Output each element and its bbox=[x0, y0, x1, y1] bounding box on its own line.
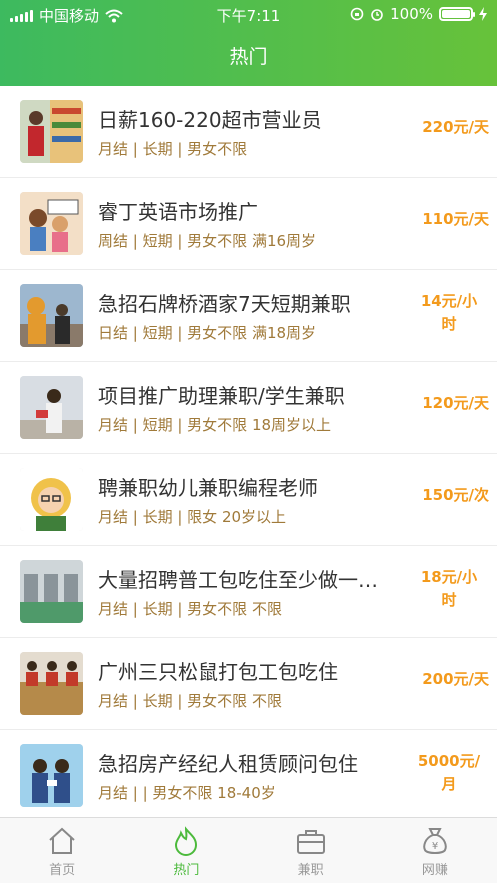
status-bar: 中国移动 下午7:11 100% bbox=[0, 0, 497, 28]
tab-bar: 首页 热门 兼职 ¥ 网赚 bbox=[0, 817, 497, 883]
job-title: 急招房产经纪人租赁顾问包住 bbox=[98, 752, 358, 776]
job-title: 聘兼职幼儿兼职编程老师 bbox=[98, 476, 318, 500]
job-pay: 220元/天 bbox=[422, 118, 489, 136]
tab-label: 热门 bbox=[173, 863, 200, 878]
job-pay: 150元/次 bbox=[422, 486, 489, 504]
job-thumbnail bbox=[20, 652, 83, 715]
tab-label: 网赚 bbox=[421, 863, 448, 878]
job-thumbnail bbox=[20, 284, 83, 347]
job-pay: 5000元/ 月 bbox=[409, 750, 489, 796]
job-meta: 月结 | | 男女不限 18-40岁 bbox=[98, 784, 276, 802]
job-thumbnail bbox=[20, 376, 83, 439]
job-list-item[interactable]: 聘兼职幼儿兼职编程老师 月结 | 长期 | 限女 20岁以上 150元/次 bbox=[0, 454, 497, 546]
job-list-item[interactable]: 广州三只松鼠打包工包吃住 月结 | 长期 | 男女不限 不限 200元/天 bbox=[0, 638, 497, 730]
job-meta: 日结 | 短期 | 男女不限 满18周岁 bbox=[98, 324, 317, 342]
tab-parttime[interactable]: 兼职 bbox=[249, 818, 373, 883]
tab-hot[interactable]: 热门 bbox=[124, 818, 248, 883]
job-thumbnail bbox=[20, 560, 83, 623]
job-pay-line: 14元/小 bbox=[420, 292, 478, 310]
money-bag-icon: ¥ bbox=[423, 828, 447, 854]
tab-label: 兼职 bbox=[297, 863, 324, 878]
job-thumbnail bbox=[20, 468, 83, 531]
charging-icon bbox=[479, 7, 487, 21]
job-meta: 月结 | 长期 | 男女不限 bbox=[98, 140, 248, 158]
job-pay: 120元/天 bbox=[422, 394, 489, 412]
job-pay-line: 月 bbox=[441, 775, 457, 793]
job-pay-line: 时 bbox=[441, 315, 457, 333]
page-title: 热门 bbox=[229, 46, 268, 68]
job-list-item[interactable]: 大量招聘普工包吃住至少做一… 月结 | 长期 | 男女不限 不限 18元/小 时 bbox=[0, 546, 497, 638]
job-title: 广州三只松鼠打包工包吃住 bbox=[98, 660, 338, 684]
job-pay-line: 18元/小 bbox=[420, 568, 478, 586]
alarm-icon bbox=[371, 9, 383, 21]
job-list-item[interactable]: 急招房产经纪人租赁顾问包住 月结 | | 男女不限 18-40岁 5000元/ … bbox=[0, 730, 497, 817]
battery-percent: 100% bbox=[390, 5, 433, 23]
job-title: 日薪160-220超市营业员 bbox=[98, 108, 322, 132]
flame-icon bbox=[175, 826, 198, 856]
tab-online-earn[interactable]: ¥ 网赚 bbox=[373, 818, 497, 883]
home-icon bbox=[49, 827, 75, 854]
rotation-lock-icon bbox=[350, 7, 364, 21]
job-title: 大量招聘普工包吃住至少做一… bbox=[98, 568, 378, 592]
job-pay-line: 时 bbox=[441, 591, 457, 609]
job-pay: 14元/小 时 bbox=[409, 290, 489, 336]
job-meta: 月结 | 短期 | 男女不限 18周岁以上 bbox=[98, 416, 332, 434]
app-header: 中国移动 下午7:11 100% 热门 bbox=[0, 0, 497, 86]
job-pay: 200元/天 bbox=[422, 670, 489, 688]
job-meta: 月结 | 长期 | 男女不限 不限 bbox=[98, 692, 282, 710]
job-list-item[interactable]: 日薪160-220超市营业员 月结 | 长期 | 男女不限 220元/天 bbox=[0, 86, 497, 178]
job-meta: 周结 | 短期 | 男女不限 满16周岁 bbox=[98, 232, 317, 250]
briefcase-icon bbox=[296, 830, 325, 854]
job-list[interactable]: 日薪160-220超市营业员 月结 | 长期 | 男女不限 220元/天 睿丁英… bbox=[0, 86, 497, 817]
tab-home[interactable]: 首页 bbox=[0, 818, 124, 883]
battery-icon bbox=[439, 7, 475, 21]
job-pay: 18元/小 时 bbox=[409, 566, 489, 612]
job-list-item[interactable]: 急招石牌桥酒家7天短期兼职 日结 | 短期 | 男女不限 满18周岁 14元/小… bbox=[0, 270, 497, 362]
svg-text:¥: ¥ bbox=[432, 841, 438, 852]
job-thumbnail bbox=[20, 744, 83, 807]
job-thumbnail bbox=[20, 192, 83, 255]
job-pay-line: 5000元/ bbox=[417, 752, 481, 770]
job-list-item[interactable]: 睿丁英语市场推广 周结 | 短期 | 男女不限 满16周岁 110元/天 bbox=[0, 178, 497, 270]
job-title: 项目推广助理兼职/学生兼职 bbox=[98, 384, 345, 408]
job-meta: 月结 | 长期 | 限女 20岁以上 bbox=[98, 508, 287, 526]
job-meta: 月结 | 长期 | 男女不限 不限 bbox=[98, 600, 282, 618]
tab-label: 首页 bbox=[49, 863, 76, 878]
job-list-item[interactable]: 项目推广助理兼职/学生兼职 月结 | 短期 | 男女不限 18周岁以上 120元… bbox=[0, 362, 497, 454]
job-pay: 110元/天 bbox=[422, 210, 489, 228]
job-title: 睿丁英语市场推广 bbox=[98, 200, 258, 224]
job-thumbnail bbox=[20, 100, 83, 163]
job-title: 急招石牌桥酒家7天短期兼职 bbox=[98, 292, 351, 316]
